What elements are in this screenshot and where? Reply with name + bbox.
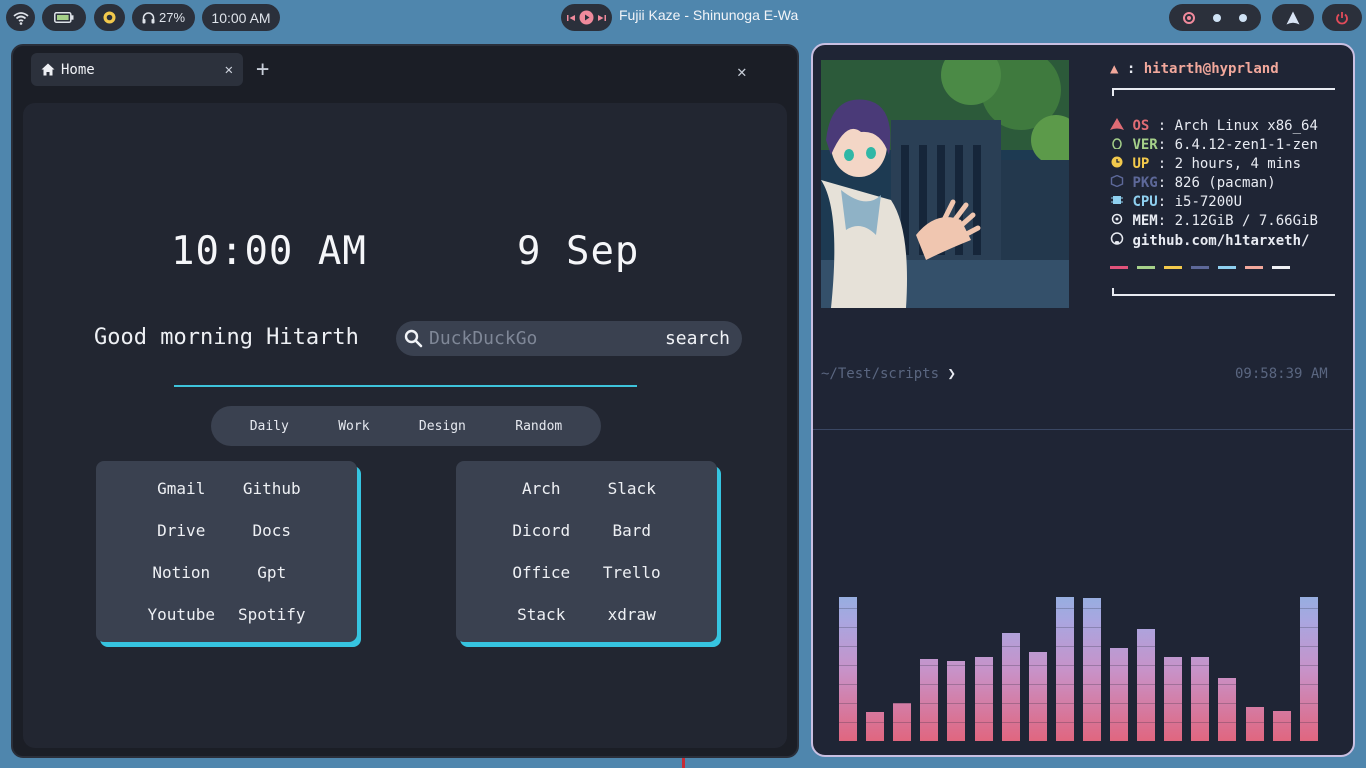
- bookmark-card-right: Arch Slack Dicord Bard Office Trello Sta…: [456, 461, 717, 642]
- accent-divider: [174, 385, 637, 387]
- tray-dot-1[interactable]: [1213, 13, 1221, 22]
- arch-icon: [1286, 11, 1300, 24]
- visualizer-bar: [1056, 597, 1074, 741]
- battery-icon: [54, 12, 74, 23]
- visualizer-bar: [839, 597, 857, 741]
- start-date: 9 Sep: [517, 229, 640, 274]
- wifi-icon: [12, 11, 29, 25]
- start-page: 10:00 AM 9 Sep Good morning Hitarth Duck…: [23, 103, 787, 748]
- link-drive[interactable]: Drive: [136, 521, 227, 540]
- link-xdraw[interactable]: xdraw: [587, 605, 678, 624]
- power-button[interactable]: [1322, 4, 1362, 31]
- link-youtube[interactable]: Youtube: [136, 605, 227, 624]
- visualizer-bar: [1110, 648, 1128, 741]
- headphones-icon: [142, 11, 155, 23]
- link-spotify[interactable]: Spotify: [227, 605, 318, 624]
- battery-button[interactable]: [42, 4, 86, 31]
- tab-label: Home: [61, 61, 95, 78]
- tab-close-icon[interactable]: ✕: [225, 62, 233, 78]
- visualizer-bar: [1273, 711, 1291, 741]
- power-icon: [1336, 11, 1348, 24]
- tab-daily[interactable]: Daily: [250, 419, 289, 434]
- tab-home[interactable]: Home ✕: [31, 53, 243, 86]
- tray-dot-2[interactable]: [1239, 13, 1247, 22]
- bookmark-card-left: Gmail Github Drive Docs Notion Gpt Youtu…: [96, 461, 357, 642]
- category-tabs: Daily Work Design Random: [211, 406, 601, 446]
- tab-random[interactable]: Random: [515, 419, 562, 434]
- volume-button[interactable]: 27%: [132, 4, 195, 31]
- link-office[interactable]: Office: [496, 563, 587, 582]
- browser-window: Home ✕ + ✕ 10:00 AM 9 Sep Good morning H…: [11, 44, 799, 758]
- search-input[interactable]: DuckDuckGo: [429, 328, 665, 349]
- now-playing-title: Fujii Kaze - Shinunoga E-Wa: [619, 7, 799, 23]
- link-trello[interactable]: Trello: [587, 563, 678, 582]
- search-bar[interactable]: DuckDuckGo search: [396, 321, 742, 356]
- clock[interactable]: 10:00 AM: [202, 4, 280, 31]
- visualizer-bar: [1002, 633, 1020, 741]
- greeting: Good morning Hitarth: [94, 325, 359, 350]
- link-gmail[interactable]: Gmail: [136, 479, 227, 498]
- visualizer-bar: [893, 703, 911, 741]
- prev-icon[interactable]: [566, 13, 576, 23]
- record-icon[interactable]: [1183, 11, 1195, 24]
- link-gpt[interactable]: Gpt: [227, 563, 318, 582]
- search-icon: [404, 329, 423, 348]
- link-stack[interactable]: Stack: [496, 605, 587, 624]
- visualizer-bar: [975, 657, 993, 741]
- visualizer-bar: [1246, 707, 1264, 741]
- wifi-button[interactable]: [6, 4, 35, 31]
- brightness-icon: [103, 11, 116, 24]
- visualizer-bar: [1029, 652, 1047, 741]
- media-controls: [561, 4, 612, 31]
- start-time: 10:00 AM: [171, 229, 367, 274]
- link-bard[interactable]: Bard: [587, 521, 678, 540]
- visualizer-bar: [1137, 629, 1155, 741]
- link-discord[interactable]: Dicord: [496, 521, 587, 540]
- link-docs[interactable]: Docs: [227, 521, 318, 540]
- new-tab-button[interactable]: +: [256, 58, 269, 82]
- visualizer-bar: [866, 712, 884, 741]
- visualizer-bar: [947, 661, 965, 741]
- link-arch[interactable]: Arch: [496, 479, 587, 498]
- system-tray: [1169, 4, 1261, 31]
- next-icon[interactable]: [597, 13, 607, 23]
- audio-visualizer: [813, 45, 1353, 755]
- top-bar: 27% 10:00 AM Fujii Kaze - Shinunoga E-Wa: [0, 0, 1366, 34]
- mouse-cursor: [682, 758, 685, 768]
- visualizer-bar: [1300, 597, 1318, 741]
- play-icon[interactable]: [579, 10, 594, 25]
- arch-launcher-button[interactable]: [1272, 4, 1314, 31]
- link-github[interactable]: Github: [227, 479, 318, 498]
- home-icon: [41, 63, 55, 76]
- window-close-icon[interactable]: ✕: [737, 62, 747, 81]
- tab-work[interactable]: Work: [338, 419, 369, 434]
- tab-design[interactable]: Design: [419, 419, 466, 434]
- link-slack[interactable]: Slack: [587, 479, 678, 498]
- visualizer-bar: [1218, 678, 1236, 741]
- visualizer-bar: [1164, 657, 1182, 741]
- terminal-window[interactable]: ▲ : hitarth@hyprland OS : Arch Linux x86…: [811, 43, 1355, 757]
- visualizer-bar: [920, 659, 938, 741]
- volume-level: 27%: [158, 10, 186, 25]
- brightness-button[interactable]: [94, 4, 125, 31]
- search-button[interactable]: search: [665, 328, 730, 349]
- link-notion[interactable]: Notion: [136, 563, 227, 582]
- visualizer-bar: [1191, 657, 1209, 741]
- visualizer-bar: [1083, 598, 1101, 741]
